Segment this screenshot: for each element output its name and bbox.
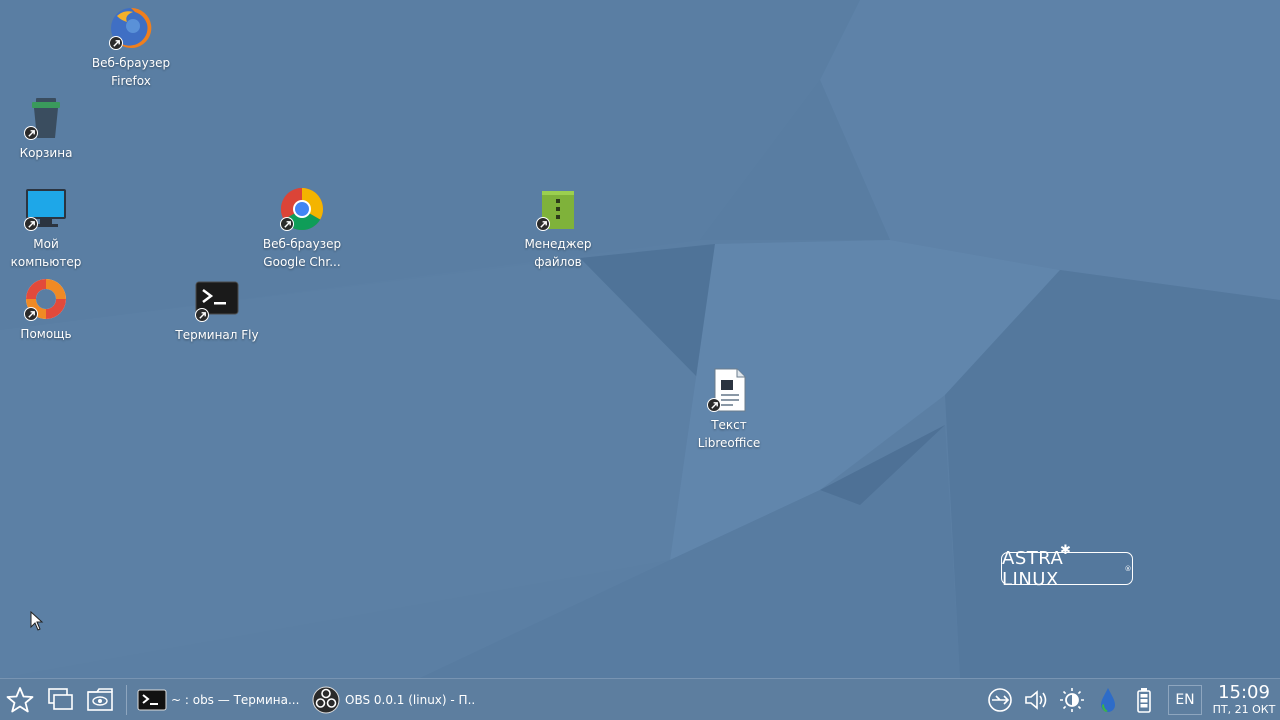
task-terminal-obs[interactable]: ~ : obs — Термина... (133, 680, 301, 720)
clock-time: 15:09 (1218, 682, 1270, 703)
desktop-icon-help[interactable]: Помощь (0, 275, 96, 343)
speaker-icon (1025, 689, 1047, 710)
icon-label: Веб-браузер (91, 56, 171, 70)
desktop-preview-button[interactable] (80, 680, 120, 720)
clock-date: ПТ, 21 ОКТ (1212, 703, 1276, 716)
icon-label: Firefox (111, 74, 151, 88)
taskbar: ~ : obs — Термина... OBS 0.0.1 (linux) -… (0, 678, 1280, 720)
icon-label: Веб-браузер (262, 237, 342, 251)
desktop-icon-my-computer[interactable]: Мой компьютер (0, 185, 96, 271)
show-windows-button[interactable] (40, 680, 80, 720)
icon-label: Google Chr... (263, 255, 341, 269)
desktop[interactable]: Веб-браузер Firefox Корзина Мой компьюте… (0, 0, 1280, 678)
star-icon (6, 686, 34, 712)
icon-label: Корзина (19, 146, 73, 160)
system-tray: EN 15:09 ПТ, 21 ОКТ (982, 680, 1280, 720)
icon-label: Мой (33, 237, 59, 251)
shortcut-arrow-icon (24, 307, 38, 321)
task-obs[interactable]: OBS 0.0.1 (linux) - П... (307, 680, 475, 720)
icon-label: Терминал Fly (175, 328, 259, 342)
task-label: ~ : obs — Термина... (171, 692, 300, 707)
shortcut-arrow-icon (109, 36, 123, 50)
mouse-cursor-icon (30, 611, 44, 631)
shortcut-arrow-icon (24, 126, 38, 140)
network-tray-button[interactable] (982, 680, 1018, 720)
desktop-icon-file-manager[interactable]: Менеджер файлов (508, 185, 608, 271)
taskbar-separator (126, 684, 127, 715)
astra-drop-icon (1101, 687, 1115, 712)
network-icon (988, 687, 1012, 712)
shortcut-arrow-icon (536, 217, 550, 231)
brightness-tray-button[interactable] (1054, 680, 1090, 720)
shortcut-arrow-icon (24, 217, 38, 231)
icon-label: файлов (534, 255, 582, 269)
icon-label: Libreoffice (697, 436, 761, 450)
desktop-icon-chrome[interactable]: Веб-браузер Google Chr... (252, 185, 352, 271)
icon-label: Помощь (20, 327, 72, 341)
desktop-icon-terminal[interactable]: Терминал Fly (167, 276, 267, 344)
brightness-icon (1060, 687, 1084, 712)
astra-linux-logo: ✱ ASTRA LINUX ® (1001, 543, 1133, 590)
obs-icon (312, 686, 340, 713)
star-icon: ✱ (1060, 543, 1072, 558)
clock[interactable]: 15:09 ПТ, 21 ОКТ (1208, 682, 1280, 716)
battery-icon (1137, 687, 1151, 713)
volume-tray-button[interactable] (1018, 680, 1054, 720)
icon-label: Текст (711, 418, 747, 432)
shortcut-arrow-icon (707, 398, 721, 412)
shortcut-arrow-icon (280, 217, 294, 231)
icon-label: Менеджер (524, 237, 592, 251)
eye-folder-icon (87, 687, 113, 711)
keyboard-layout-button[interactable]: EN (1168, 684, 1202, 715)
desktop-icon-libreoffice-writer[interactable]: Текст Libreoffice (679, 366, 779, 452)
security-tray-button[interactable] (1090, 680, 1126, 720)
desktop-icon-trash[interactable]: Корзина (0, 94, 96, 162)
shortcut-arrow-icon (195, 308, 209, 322)
task-label: OBS 0.0.1 (linux) - П... (345, 692, 475, 707)
battery-tray-button[interactable] (1126, 680, 1162, 720)
start-menu-button[interactable] (0, 680, 40, 720)
terminal-icon (137, 689, 167, 710)
icon-label: компьютер (10, 255, 82, 269)
desktop-icon-firefox[interactable]: Веб-браузер Firefox (81, 4, 181, 90)
windows-icon (48, 687, 73, 710)
